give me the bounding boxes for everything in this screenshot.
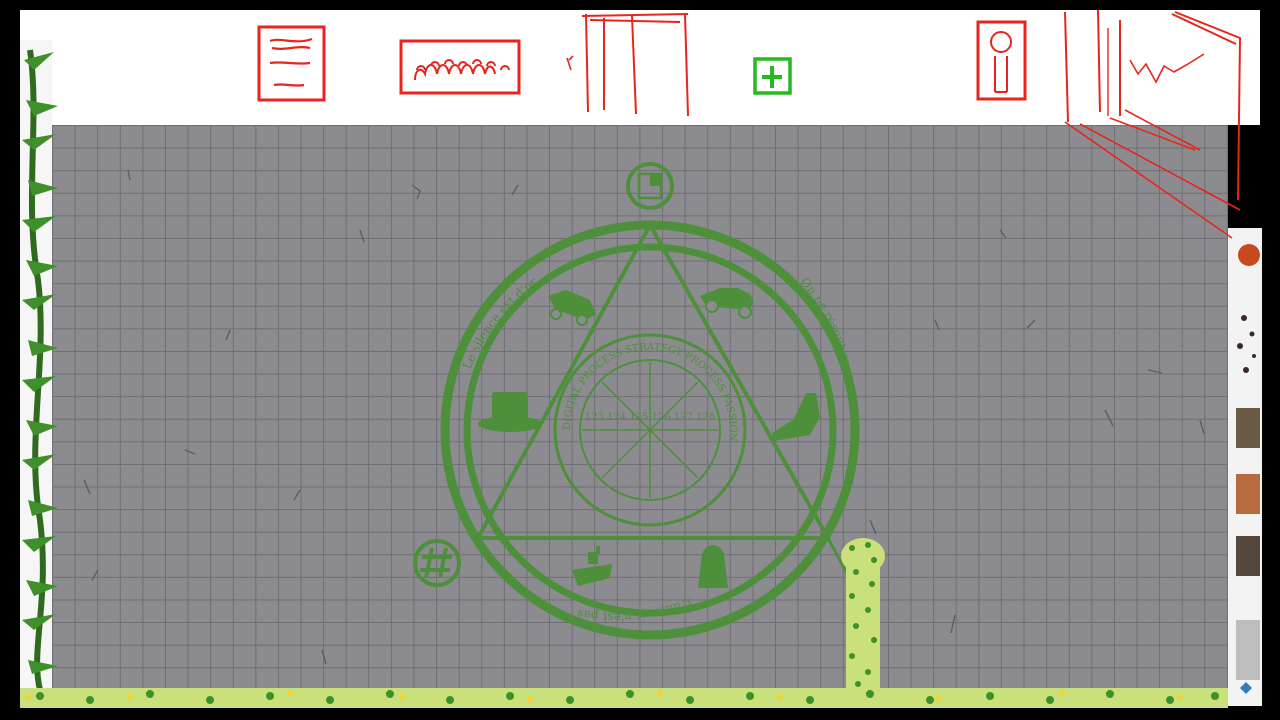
person-icon[interactable] xyxy=(976,20,1027,101)
race-car-icon xyxy=(700,288,754,319)
side-inventory xyxy=(1236,244,1260,694)
doorway-icon[interactable] xyxy=(566,13,689,117)
car-icon xyxy=(548,290,596,326)
crate-icon[interactable] xyxy=(1236,474,1260,514)
sigil xyxy=(413,162,860,640)
sigil-left-node xyxy=(413,539,461,587)
left-vines xyxy=(22,49,58,691)
crate-icon[interactable] xyxy=(1236,536,1260,576)
floor-vines xyxy=(20,688,1228,708)
thimble-icon xyxy=(698,545,728,588)
crate-icon[interactable] xyxy=(1236,620,1260,680)
boot-icon xyxy=(772,393,820,441)
window-icon[interactable] xyxy=(1064,9,1242,239)
top-hat-icon xyxy=(478,392,542,432)
sigil-center-numbers: 123 124 125 126 127 128 xyxy=(585,412,715,423)
sigil-text-right: On ne résout pas ce qu'on ne peut xyxy=(0,0,857,378)
diamond-icon[interactable] xyxy=(1240,682,1252,694)
game-stage: Le silence est d'or On ne résout pas ce … xyxy=(0,0,1280,720)
crate-icon[interactable] xyxy=(1236,408,1260,448)
hashtag-icon xyxy=(420,547,452,579)
battleship-icon xyxy=(572,546,612,586)
document-icon[interactable] xyxy=(257,25,326,102)
scene-art: Le silence est d'or On ne résout pas ce … xyxy=(0,0,1260,708)
add-icon[interactable] xyxy=(753,57,792,95)
book-icon xyxy=(637,172,663,200)
crowd-icon[interactable] xyxy=(399,39,521,95)
vine-pillar[interactable] xyxy=(841,538,885,690)
orb-icon[interactable] xyxy=(1238,244,1260,266)
